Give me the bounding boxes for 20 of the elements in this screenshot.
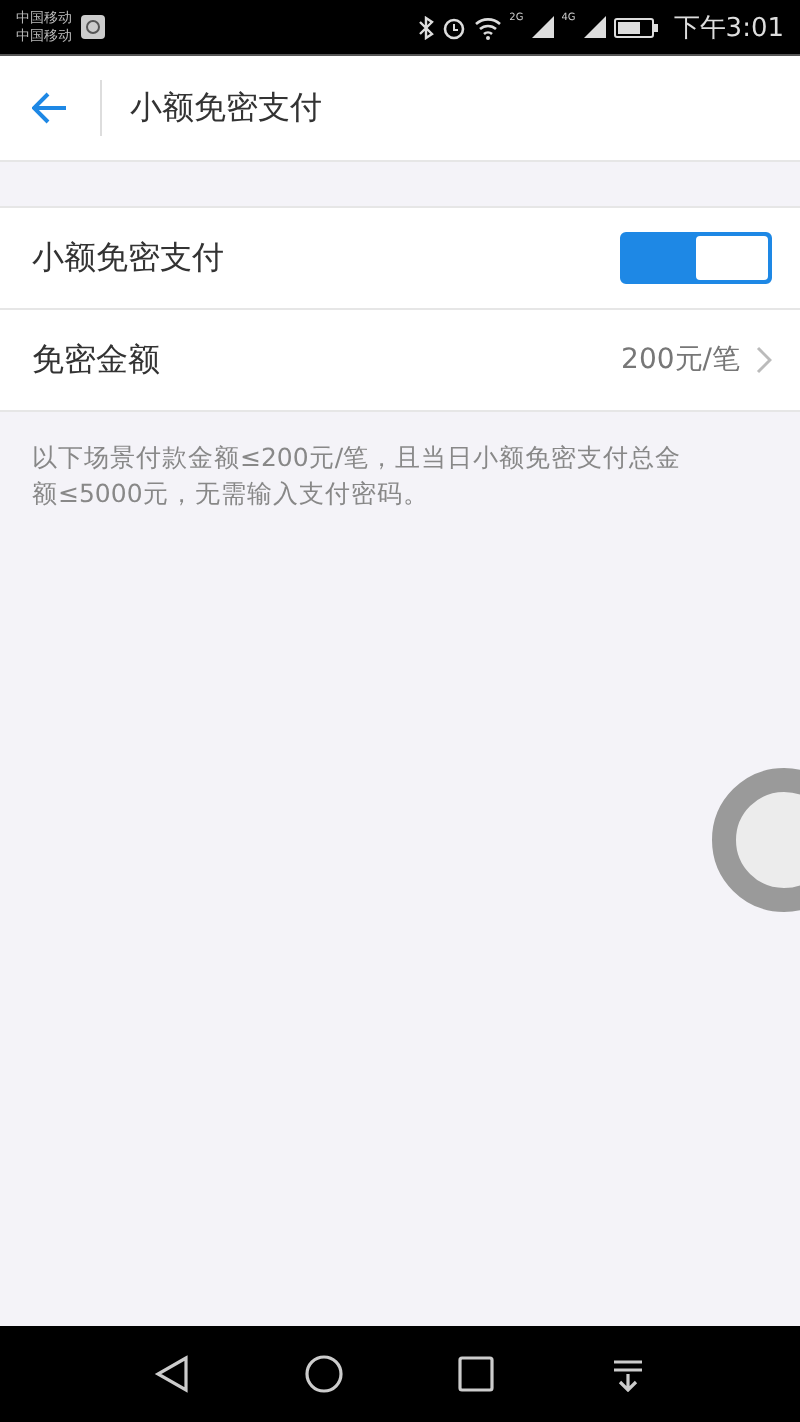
bluetooth-icon [417,15,434,39]
settings-row[interactable]: 小额免密支付 [0,208,800,308]
signal-icon [531,16,554,38]
notification-icon [80,14,106,40]
setting-value: 200元/笔 [621,342,740,378]
alarm-icon [441,15,466,39]
wifi-icon [473,15,502,39]
setting-label: 小额免密支付 [32,237,226,279]
toggle-switch[interactable] [620,232,772,284]
recents-nav-button[interactable] [452,1350,500,1398]
home-nav-button[interactable] [300,1350,348,1398]
page-title: 小额免密支付 [130,87,322,129]
chevron-right-icon [756,346,772,374]
settings-row[interactable]: 免密金额 200元/笔 [0,308,800,410]
battery-icon [613,17,658,37]
signal-icon [583,16,606,38]
setting-label: 免密金额 [32,339,162,381]
description-text: 以下场景付款金额≤200元/笔，且当日小额免密支付总金额≤5000元，无需输入支付密码。 [32,440,684,512]
back-arrow-icon [32,92,68,124]
status-time: 下午3:01 [673,11,784,45]
